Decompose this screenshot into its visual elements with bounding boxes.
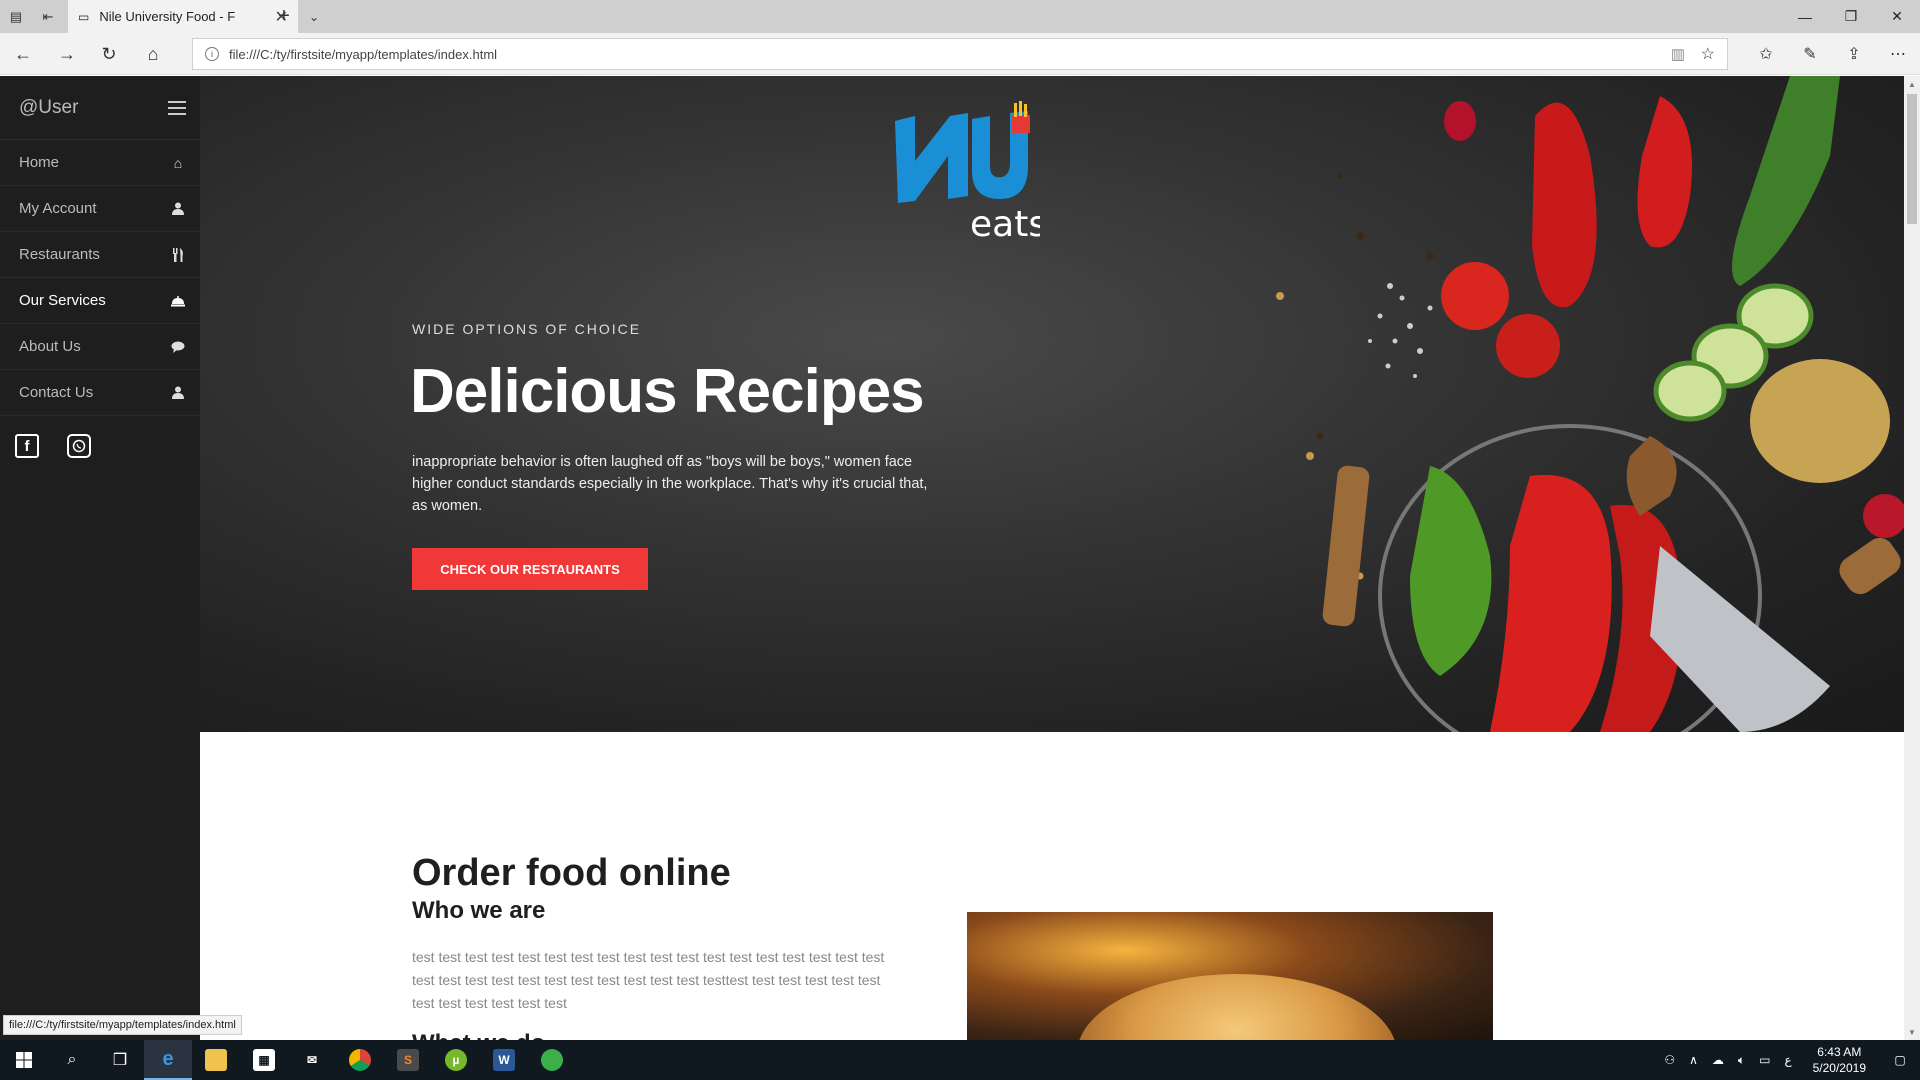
section-title: Order food online <box>412 852 731 894</box>
check-restaurants-button[interactable]: CHECK OUR RESTAURANTS <box>412 548 648 590</box>
search-icon[interactable]: ⌕ <box>48 1040 96 1080</box>
browser-tab[interactable]: ▭ Nile University Food - F ✕ <box>68 0 298 33</box>
vegetables-illustration <box>1276 76 1904 732</box>
sublime-text-icon[interactable]: S <box>384 1040 432 1080</box>
reading-view-icon[interactable]: ▥ <box>1671 45 1685 63</box>
more-icon[interactable]: ⋯ <box>1876 33 1920 75</box>
volume-icon[interactable]: 🔈︎ <box>1731 1053 1752 1068</box>
clock-date: 5/20/2019 <box>1812 1061 1866 1075</box>
address-toolbar: ← → ↻ ⌂ i file:///C:/ty/firstsite/myapp/… <box>0 33 1920 75</box>
scroll-thumb[interactable] <box>1907 94 1917 224</box>
set-aside-tabs-icon[interactable]: ⇤ <box>32 0 64 33</box>
user-icon <box>170 201 186 217</box>
people-icon[interactable]: ⚇ <box>1657 1053 1682 1067</box>
home-icon[interactable]: ⌂ <box>132 33 174 75</box>
sidebar-item-label: Our Services <box>19 292 106 309</box>
sidebar-item-our-services[interactable]: Our Services <box>0 278 200 324</box>
scroll-down-icon[interactable]: ▼ <box>1904 1024 1920 1040</box>
favorite-star-icon[interactable]: ☆ <box>1701 44 1715 64</box>
onedrive-icon[interactable]: ☁ <box>1705 1053 1731 1067</box>
edge-browser-icon[interactable]: e <box>144 1040 192 1080</box>
notifications-icon[interactable]: ▢ <box>1880 1040 1920 1080</box>
info-icon[interactable]: i <box>205 47 219 61</box>
system-tray: ⚇ ∧ ☁ 🔈︎ ▭ ع 6:43 AM 5/20/2019 ▢ <box>1657 1040 1920 1080</box>
windows-taskbar: ⌕ ❒ e ▦ ✉ S µ W ⚇ ∧ ☁ 🔈︎ ▭ ع 6:43 AM 5/2… <box>0 1040 1920 1080</box>
logo-sub-text: eats <box>970 204 1040 241</box>
burger-image <box>967 912 1493 1040</box>
favorites-icon[interactable]: ✩ <box>1744 33 1788 75</box>
scroll-up-icon[interactable]: ▲ <box>1904 76 1920 92</box>
tab-title: Nile University Food - F <box>99 9 236 24</box>
sidebar-item-label: About Us <box>19 338 81 355</box>
nu-eats-logo: eats <box>895 101 1040 241</box>
hamburger-menu-icon[interactable] <box>168 100 186 115</box>
minimize-icon[interactable]: — <box>1782 0 1828 33</box>
share-icon[interactable]: ⇪ <box>1832 33 1876 75</box>
sidebar-item-label: Home <box>19 154 60 171</box>
back-icon[interactable]: ← <box>2 33 44 75</box>
sidebar-item-my-account[interactable]: My Account <box>0 186 200 232</box>
home-icon: ⌂ <box>173 154 183 171</box>
hero-description: inappropriate behavior is often laughed … <box>412 454 928 514</box>
store-icon[interactable]: ▦ <box>240 1040 288 1080</box>
status-tooltip: file:///C:/ty/firstsite/myapp/templates/… <box>3 1015 242 1035</box>
section-subtitle: Who we are <box>412 897 546 924</box>
whatsapp-icon[interactable] <box>67 434 91 458</box>
network-icon[interactable]: ▭ <box>1752 1053 1777 1067</box>
chat-icon <box>170 339 186 355</box>
tab-list-icon[interactable]: ▤ <box>0 0 32 33</box>
section-text: test test test test test test test test … <box>412 949 885 1011</box>
windows-start-icon[interactable] <box>0 1040 48 1080</box>
sidebar-header: @User <box>0 76 200 140</box>
burger-bun <box>1077 974 1397 1040</box>
task-view-icon[interactable]: ❒ <box>96 1040 144 1080</box>
next-heading: What we do <box>412 1030 545 1040</box>
map-app-icon[interactable] <box>528 1040 576 1080</box>
close-window-icon[interactable]: ✕ <box>1874 0 1920 33</box>
hero-title: Delicious Recipes <box>410 357 925 426</box>
hero-kicker: WIDE OPTIONS OF CHOICE <box>412 321 642 337</box>
file-explorer-icon[interactable] <box>192 1040 240 1080</box>
user-name: @User <box>19 96 79 118</box>
sidebar-item-restaurants[interactable]: Restaurants <box>0 232 200 278</box>
about-section: Order food online Who we are test test t… <box>200 732 1904 1040</box>
torrent-icon[interactable]: µ <box>432 1040 480 1080</box>
sidebar-item-label: Restaurants <box>19 246 100 263</box>
chevron-down-icon[interactable]: ⌄ <box>300 0 328 33</box>
clock-time: 6:43 AM <box>1817 1045 1862 1059</box>
refresh-icon[interactable]: ↻ <box>88 33 130 75</box>
cloche-icon <box>170 293 186 309</box>
sidebar-item-about-us[interactable]: About Us <box>0 324 200 370</box>
facebook-icon[interactable]: f <box>15 434 39 458</box>
word-icon[interactable]: W <box>480 1040 528 1080</box>
url-text: file:///C:/ty/firstsite/myapp/templates/… <box>229 46 498 62</box>
chrome-icon[interactable] <box>336 1040 384 1080</box>
address-input[interactable]: i file:///C:/ty/firstsite/myapp/template… <box>192 38 1728 70</box>
window-controls: — ❐ ✕ <box>1782 0 1920 33</box>
hero-section: eats WIDE OPTIONS OF CHOICE Delicious Re… <box>200 76 1904 732</box>
language-indicator[interactable]: ع <box>1777 1053 1798 1067</box>
browser-tab-bar: ▤ ⇤ ▭ Nile University Food - F ✕ + ⌄ — ❐… <box>0 0 1920 33</box>
sidebar-item-label: Contact Us <box>19 384 94 401</box>
user-icon <box>170 385 186 401</box>
mail-icon[interactable]: ✉ <box>288 1040 336 1080</box>
browser-tools: ✩ ✎ ⇪ ⋯ <box>1744 33 1920 75</box>
sidebar: @User Home ⌂ My Account Restaurants Our … <box>0 76 200 1040</box>
notes-pen-icon[interactable]: ✎ <box>1788 33 1832 75</box>
social-links: f <box>0 416 200 458</box>
sidebar-item-contact-us[interactable]: Contact Us <box>0 370 200 416</box>
sidebar-item-home[interactable]: Home ⌂ <box>0 140 200 186</box>
show-hidden-icon[interactable]: ∧ <box>1682 1053 1705 1067</box>
clock[interactable]: 6:43 AM 5/20/2019 <box>1799 1044 1880 1076</box>
page-scrollbar[interactable]: ▲ ▼ <box>1904 76 1920 1040</box>
new-tab-icon[interactable]: + <box>270 0 298 33</box>
cutlery-icon <box>170 247 186 263</box>
forward-icon[interactable]: → <box>46 33 88 75</box>
sidebar-item-label: My Account <box>19 200 97 217</box>
restore-icon[interactable]: ❐ <box>1828 0 1874 33</box>
page-icon: ▭ <box>78 9 90 24</box>
